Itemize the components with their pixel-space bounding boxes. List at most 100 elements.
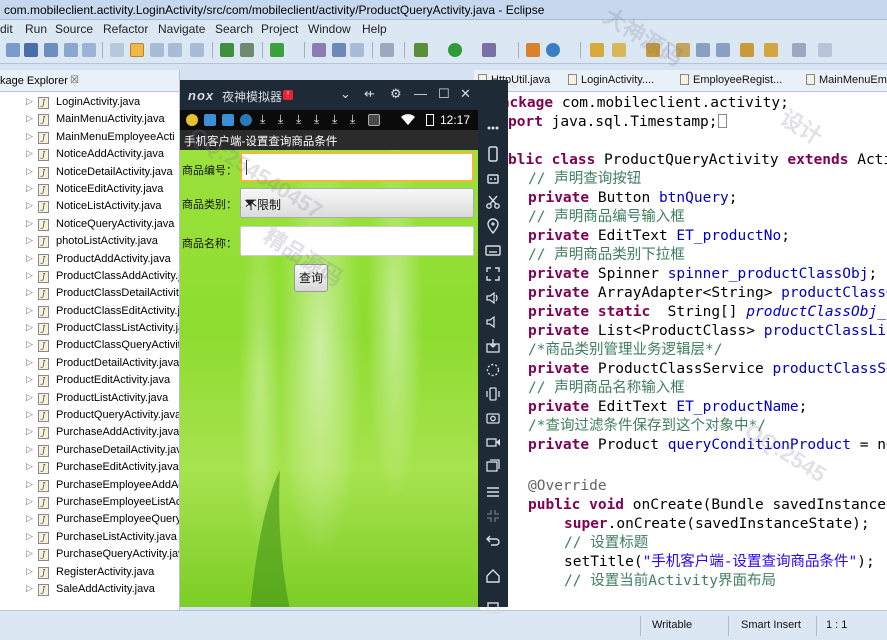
volume-up-icon[interactable] [485, 290, 501, 306]
tab-employeeregist[interactable]: EmployeeRegist... [680, 74, 782, 86]
toggle-icon[interactable] [168, 43, 182, 57]
file-tree-item[interactable]: ▷ J PurchaseEmployeeListAct [0, 494, 179, 511]
maximize-icon[interactable]: ☐ [438, 86, 450, 102]
menu-navigate[interactable]: Navigate [158, 22, 205, 36]
last-edit-icon[interactable] [740, 43, 754, 57]
expand-arrow-icon[interactable]: ▷ [26, 392, 33, 403]
back-icon[interactable] [485, 532, 501, 548]
highlight-icon[interactable] [130, 43, 144, 57]
screenshot-icon[interactable] [485, 410, 501, 426]
pin-icon[interactable]: ⇷ [364, 86, 375, 102]
new-icon[interactable] [6, 43, 20, 57]
file-tree-item[interactable]: ▷ JphotoListActivity.java [0, 233, 179, 250]
open-folder-icon[interactable] [590, 43, 604, 57]
expand-arrow-icon[interactable]: ▷ [26, 96, 33, 107]
expand-arrow-icon[interactable]: ▷ [26, 339, 33, 350]
file-tree-item[interactable]: ▷ J PurchaseDetailActivity.java [0, 442, 179, 459]
expand-arrow-icon[interactable]: ▷ [26, 548, 33, 559]
expand-arrow-icon[interactable]: ▷ [26, 131, 33, 142]
file-tree-item[interactable]: ▷ J RegisterActivity.java [0, 564, 179, 581]
close-icon[interactable]: ✕ [460, 86, 471, 102]
forward-separator-icon[interactable] [792, 43, 806, 57]
expand-arrow-icon[interactable]: ▷ [26, 374, 33, 385]
file-tree-item[interactable]: ▷ J PurchaseQueryActivity.jav [0, 546, 179, 563]
expand-arrow-icon[interactable]: ▷ [26, 357, 33, 368]
external-tools-icon[interactable] [482, 43, 496, 57]
home-icon[interactable] [485, 568, 501, 584]
close-icon[interactable]: ☒ [70, 75, 79, 86]
menu-edit[interactable]: dit [0, 22, 13, 36]
checkmark-icon[interactable] [270, 43, 284, 57]
file-tree-item[interactable]: ▷ J LoginActivity.java [0, 94, 179, 111]
gear-icon[interactable]: ⚙ [390, 86, 402, 102]
new-class-icon[interactable] [546, 43, 560, 57]
file-tree-item[interactable]: ▷ J ProductClassAddActivity.j [0, 268, 179, 285]
phone-icon[interactable] [485, 146, 501, 162]
package-explorer-tab[interactable]: kage Explorer ☒ [0, 70, 179, 92]
file-tree-item[interactable]: ▷ J ProductListActivity.java [0, 390, 179, 407]
file-tree-item[interactable]: ▷ J MainMenuEmployeeActi [0, 129, 179, 146]
expand-arrow-icon[interactable]: ▷ [26, 218, 33, 229]
notification-badge-icon[interactable]: ! [283, 90, 293, 100]
menu-refactor[interactable]: Refactor [103, 22, 148, 36]
expand-arrow-icon[interactable]: ▷ [26, 305, 33, 316]
fullscreen-icon[interactable] [485, 266, 501, 282]
run-icon[interactable] [448, 43, 462, 57]
next-annotation-icon[interactable] [716, 43, 730, 57]
outline-icon[interactable] [312, 43, 326, 57]
menu-search[interactable]: Search [215, 22, 253, 36]
expand-arrow-icon[interactable]: ▷ [26, 148, 33, 159]
device-icon[interactable] [240, 43, 254, 57]
expand-arrow-icon[interactable]: ▷ [26, 566, 33, 577]
folding-marker[interactable] [717, 114, 727, 128]
location-icon[interactable] [485, 218, 501, 234]
file-tree-item[interactable]: ▷ J MainMenuActivity.java [0, 111, 179, 128]
file-tree-item[interactable]: ▷ J NoticeListActivity.java [0, 198, 179, 215]
recent-apps-icon[interactable] [485, 600, 501, 616]
expand-arrow-icon[interactable]: ▷ [26, 235, 33, 246]
loading-icon[interactable] [485, 362, 501, 378]
save-all-icon[interactable] [44, 43, 58, 57]
file-tree-item[interactable]: ▷ J ProductClassQueryActivit [0, 337, 179, 354]
expand-arrow-icon[interactable]: ▷ [26, 461, 33, 472]
file-tree-item[interactable]: ▷ J ProductDetailActivity.java [0, 355, 179, 372]
shrink-icon[interactable] [485, 508, 501, 524]
code-editor[interactable]: package com.mobileclient.activity; port … [480, 92, 887, 610]
back-arrow-icon[interactable] [764, 43, 778, 57]
scissors-icon[interactable] [485, 194, 501, 210]
expand-arrow-icon[interactable]: ▷ [26, 496, 33, 507]
expand-arrow-icon[interactable]: ▷ [26, 513, 33, 524]
menu-project[interactable]: Project [261, 22, 298, 36]
file-tree-item[interactable]: ▷ J ProductAddActivity.java [0, 251, 179, 268]
query-button[interactable]: 查询 [294, 264, 328, 292]
expand-arrow-icon[interactable]: ▷ [26, 583, 33, 594]
shake-icon[interactable] [485, 386, 501, 402]
pin-icon[interactable] [380, 43, 394, 57]
expand-arrow-icon[interactable]: ▷ [26, 270, 33, 281]
keyboard-icon[interactable] [485, 242, 501, 258]
menu-source[interactable]: Source [55, 22, 93, 36]
robot-icon[interactable] [485, 170, 501, 186]
annotation-icon[interactable] [696, 43, 710, 57]
file-tree-item[interactable]: ▷ J NoticeDetailActivity.java [0, 164, 179, 181]
file-tree-item[interactable]: ▷ J ProductQueryActivity.java [0, 407, 179, 424]
file-tree-item[interactable]: ▷ J PurchaseEditActivity.java [0, 459, 179, 476]
print-icon[interactable] [64, 43, 78, 57]
product-no-input[interactable] [240, 152, 474, 182]
menu-run[interactable]: Run [25, 22, 47, 36]
layout-icon[interactable] [350, 43, 364, 57]
open-type-icon[interactable] [646, 43, 660, 57]
file-tree-item[interactable]: ▷ J NoticeAddActivity.java [0, 146, 179, 163]
file-tree-item[interactable]: ▷ J ProductEditActivity.java [0, 372, 179, 389]
debug-icon[interactable] [414, 43, 428, 57]
more-icon[interactable] [485, 120, 501, 136]
multi-instance-icon[interactable] [485, 458, 501, 474]
file-tree-item[interactable]: ▷ J ProductClassDetailActivity [0, 285, 179, 302]
minimize-icon[interactable]: — [414, 86, 427, 101]
properties-icon[interactable] [82, 43, 96, 57]
window-icon[interactable] [332, 43, 346, 57]
expand-arrow-icon[interactable]: ▷ [26, 200, 33, 211]
expand-arrow-icon[interactable]: ▷ [26, 322, 33, 333]
file-tree-item[interactable]: ▷ J NoticeQueryActivity.java [0, 216, 179, 233]
save-icon[interactable] [24, 43, 38, 57]
